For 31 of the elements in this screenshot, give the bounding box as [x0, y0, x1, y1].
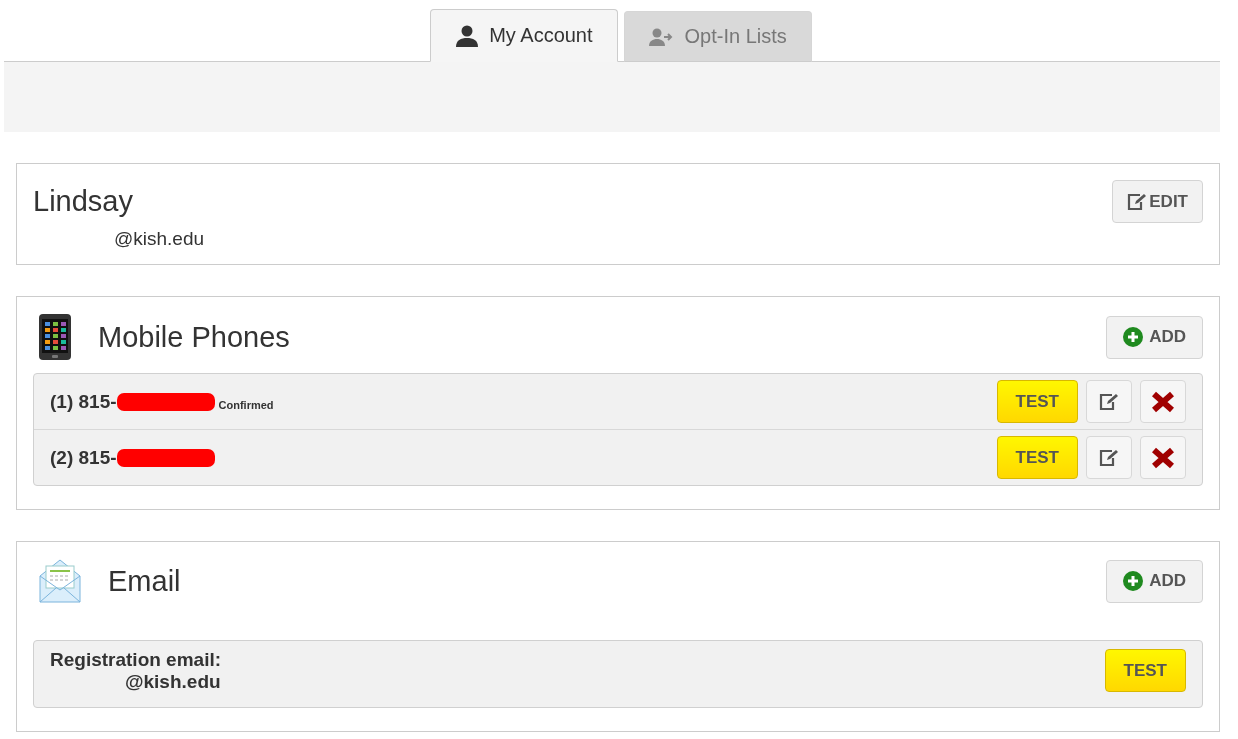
- email-address: @kish.edu: [124, 671, 222, 693]
- add-button[interactable]: ADD: [1106, 559, 1203, 603]
- test-button[interactable]: TEST: [996, 436, 1078, 479]
- section-title: Email: [108, 564, 181, 598]
- edit-icon: [1099, 448, 1119, 467]
- test-button[interactable]: TEST: [996, 380, 1078, 423]
- phone-status: Confirmed: [218, 398, 274, 411]
- user-icon: [455, 24, 480, 47]
- phone-number: (2) 815-: [50, 446, 117, 469]
- add-button[interactable]: ADD: [1106, 315, 1203, 359]
- edit-button[interactable]: EDIT: [1112, 180, 1203, 223]
- user-arrow-icon: [648, 27, 675, 46]
- edit-button[interactable]: [1086, 380, 1132, 423]
- test-button[interactable]: TEST: [1104, 649, 1186, 692]
- edit-icon: [1099, 392, 1119, 411]
- delete-button[interactable]: [1140, 380, 1186, 423]
- smartphone-icon: [38, 313, 72, 361]
- edit-button[interactable]: [1086, 436, 1132, 479]
- account-name: Lindsay: [33, 185, 133, 218]
- account-email: @kish.edu: [113, 227, 206, 251]
- delete-button[interactable]: [1140, 436, 1186, 479]
- tab[interactable]: My Account: [430, 9, 618, 62]
- email-label: Registration email:: [50, 649, 222, 671]
- delete-x-icon: [1151, 390, 1175, 413]
- plus-circle-icon: [1123, 571, 1144, 591]
- delete-x-icon: [1151, 446, 1175, 469]
- plus-circle-icon: [1123, 327, 1144, 347]
- envelope-icon: [38, 558, 82, 604]
- edit-icon: [1127, 192, 1148, 211]
- section-title: Mobile Phones: [98, 320, 290, 354]
- phone-number: (1) 815-: [50, 390, 117, 413]
